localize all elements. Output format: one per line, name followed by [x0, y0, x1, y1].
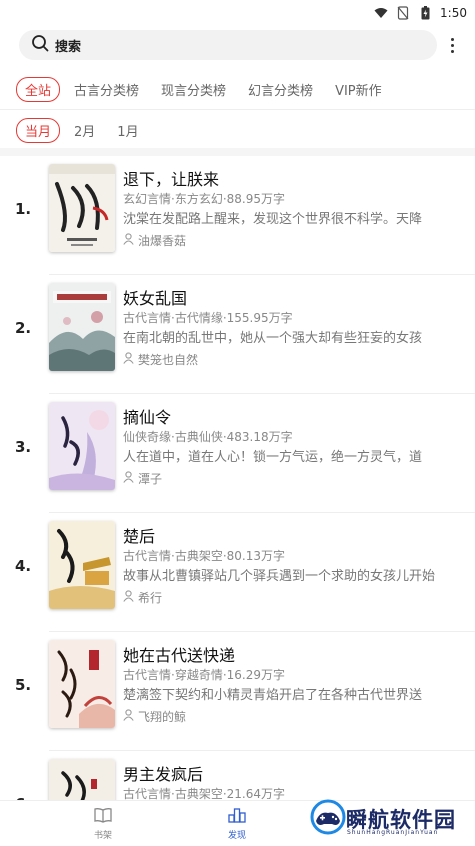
rank-number: 4.: [15, 557, 32, 575]
category-tab-fantasy[interactable]: 幻言分类榜: [248, 80, 313, 99]
book-author: 飞翔的鲸: [123, 708, 186, 725]
book-cover[interactable]: [49, 521, 115, 609]
book-description: 故事从北曹镇驿站几个驿兵遇到一个求助的女孩儿开始: [123, 569, 436, 584]
search-label: 搜索: [55, 39, 82, 55]
book-description: 在南北朝的乱世中，她从一个强大却有些狂妄的女孩: [123, 331, 423, 346]
author-name: 油爆香菇: [138, 234, 187, 248]
author-icon: [123, 590, 134, 605]
month-filter: 当月 2月 1月: [16, 116, 161, 144]
ranking-icon: [228, 807, 246, 826]
book-meta: 玄幻言情·东方玄幻·88.95万字: [123, 192, 285, 206]
book-author: 油爆香菇: [123, 232, 186, 249]
category-tabs: 全站 古言分类榜 现言分类榜 幻言分类榜 VIP新作: [16, 74, 466, 104]
author-icon: [123, 709, 134, 724]
month-tab-feb[interactable]: 2月: [74, 121, 95, 140]
author-icon: [123, 233, 134, 248]
rank-number: 3.: [15, 438, 32, 456]
author-name: 潭子: [138, 472, 163, 486]
book-meta: 仙侠奇缘·古典仙侠·483.18万字: [123, 430, 293, 444]
category-tab-vip[interactable]: VIP新作: [335, 80, 382, 99]
book-meta: 古代言情·古典架空·21.64万字: [123, 787, 285, 800]
book-cover[interactable]: [49, 759, 115, 800]
book-cover[interactable]: [49, 283, 115, 371]
category-tab-modern[interactable]: 现言分类榜: [161, 80, 226, 99]
list-item[interactable]: 2. 妖女乱国 古代言情·古代情缘·155.95万字 在南北朝的乱世中，她从一个…: [0, 275, 475, 394]
category-divider: [0, 109, 475, 110]
author-icon: [123, 471, 134, 486]
category-tab-ancient[interactable]: 古言分类榜: [74, 80, 139, 99]
watermark-logo: 瞬航软件园 ShunHangRuanJianYuan: [310, 795, 470, 843]
gamepad-icon: [310, 797, 346, 841]
book-open-icon: [94, 807, 112, 826]
month-tab-current[interactable]: 当月: [16, 117, 61, 143]
book-meta: 古代言情·古代情缘·155.95万字: [123, 311, 293, 325]
category-tab-all[interactable]: 全站: [16, 76, 61, 102]
tab-bookshelf[interactable]: 书架: [73, 807, 133, 841]
search-icon: [31, 34, 49, 56]
wifi-icon: [374, 6, 388, 20]
book-list: 1. 退下，让朕来 玄幻言情·东方玄幻·88.95万字 沈棠在发配路上醒来，发现…: [0, 156, 475, 800]
book-title: 退下，让朕来: [123, 170, 220, 189]
book-description: 沈棠在发配路上醒来，发现这个世界很不科学。天降: [123, 212, 423, 227]
tab-bookshelf-label: 书架: [93, 831, 112, 841]
status-bar: 1:50: [0, 0, 475, 26]
book-author: 希行: [123, 589, 162, 606]
more-menu-icon[interactable]: [445, 34, 459, 56]
book-cover[interactable]: [49, 402, 115, 490]
book-description: 人在道中，道在人心！锁一方气运，绝一方灵气，道: [123, 450, 423, 465]
section-gap: [0, 148, 475, 156]
book-cover[interactable]: [49, 640, 115, 728]
book-title: 她在古代送快递: [123, 646, 236, 665]
book-cover[interactable]: [49, 164, 115, 252]
battery-icon: [418, 6, 432, 20]
month-tab-jan[interactable]: 1月: [117, 121, 138, 140]
tab-discover-label: 发现: [227, 831, 246, 841]
search-input[interactable]: 搜索: [19, 30, 437, 60]
list-item[interactable]: 5. 她在古代送快递 古代言情·穿越奇情·16.29万字 楚漓签下契约和小精灵青…: [0, 632, 475, 751]
list-item[interactable]: 3. 摘仙令 仙侠奇缘·古典仙侠·483.18万字 人在道中，道在人心！锁一方气…: [0, 394, 475, 513]
book-title: 男主发疯后: [123, 765, 204, 784]
search-row: 搜索: [0, 30, 475, 60]
book-title: 摘仙令: [123, 408, 172, 427]
list-item[interactable]: 6. 男主发疯后 古代言情·古典架空·21.64万字: [0, 751, 475, 800]
watermark-subtext: ShunHangRuanJianYuan: [347, 829, 439, 836]
author-icon: [123, 352, 134, 367]
author-name: 樊笼也自然: [138, 353, 199, 367]
status-time: 1:50: [440, 6, 467, 20]
no-sim-icon: [396, 6, 410, 20]
book-meta: 古代言情·穿越奇情·16.29万字: [123, 668, 285, 682]
author-name: 飞翔的鲸: [138, 710, 187, 724]
rank-number: 5.: [15, 676, 32, 694]
rank-number: 2.: [15, 319, 32, 337]
book-author: 潭子: [123, 470, 162, 487]
book-title: 楚后: [123, 527, 156, 546]
rank-number: 1.: [15, 200, 32, 218]
book-description: 楚漓签下契约和小精灵青焰开启了在各种古代世界送: [123, 688, 423, 703]
list-item[interactable]: 1. 退下，让朕来 玄幻言情·东方玄幻·88.95万字 沈棠在发配路上醒来，发现…: [0, 156, 475, 275]
book-meta: 古代言情·古典架空·80.13万字: [123, 549, 285, 563]
list-item[interactable]: 4. 楚后 古代言情·古典架空·80.13万字 故事从北曹镇驿站几个驿兵遇到一个…: [0, 513, 475, 632]
book-author: 樊笼也自然: [123, 351, 198, 368]
author-name: 希行: [138, 591, 163, 605]
tab-discover[interactable]: 发现: [207, 807, 267, 841]
book-title: 妖女乱国: [123, 289, 188, 308]
